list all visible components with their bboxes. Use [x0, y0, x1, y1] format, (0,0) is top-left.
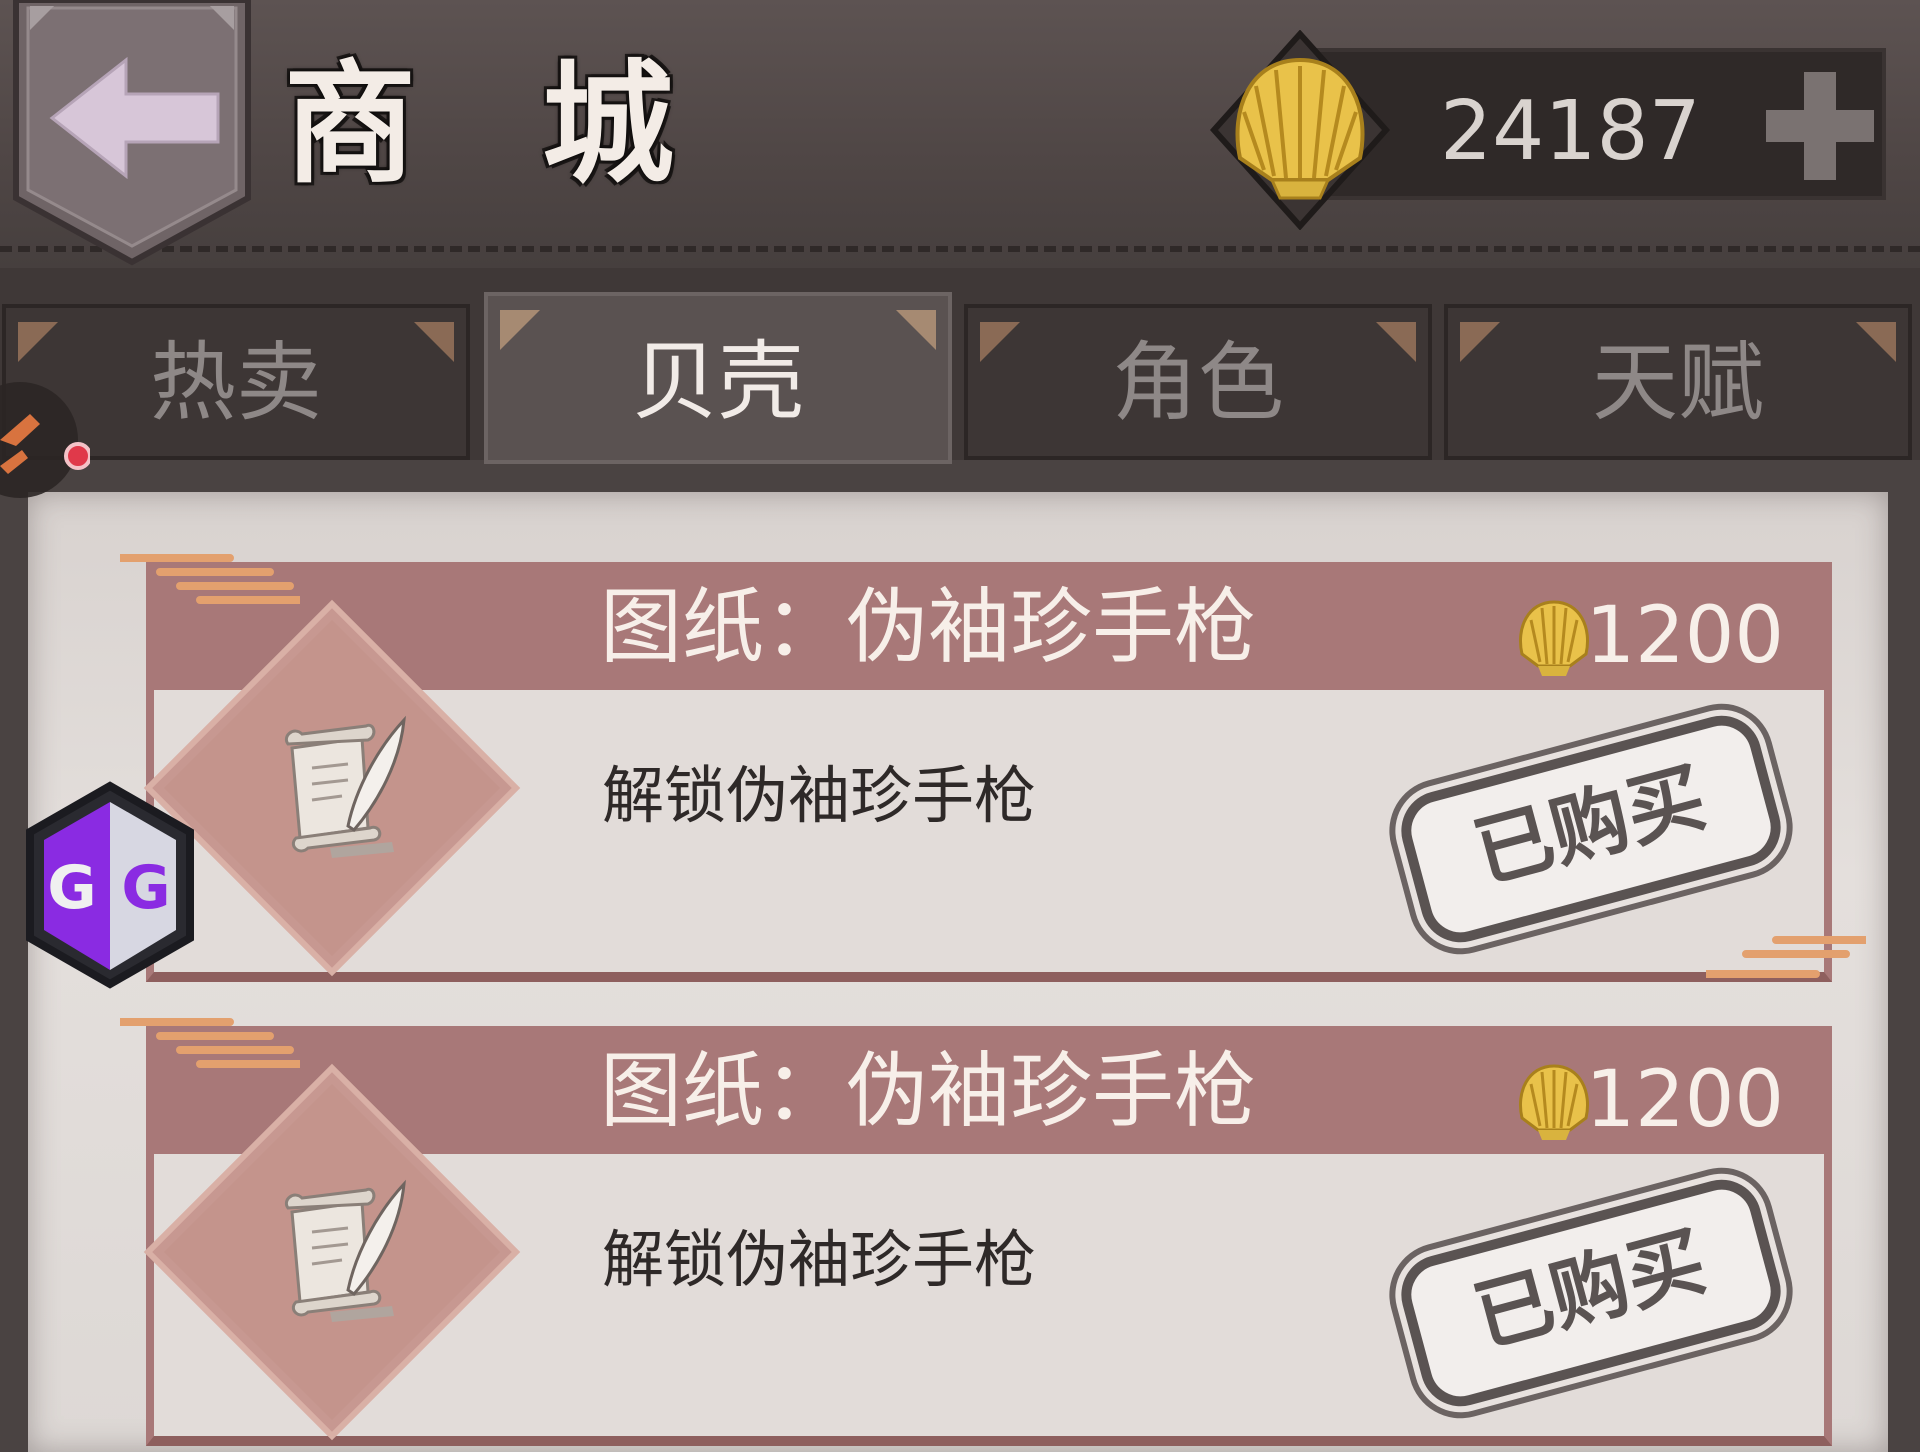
header-stitch-divider [0, 246, 1920, 252]
tab-talents[interactable]: 天赋 [1444, 304, 1912, 460]
tab-label: 角色 [1112, 333, 1284, 433]
gg-overlay-button[interactable]: G G [20, 780, 200, 990]
shop-item-card[interactable]: 图纸：伪袖珍手枪 1200 解锁伪袖珍手枪 已购买 [120, 554, 1866, 982]
item-title: 图纸：伪袖珍手枪 [600, 1044, 1257, 1139]
shell-icon [1519, 1064, 1589, 1140]
item-price: 1200 [1585, 591, 1784, 681]
tab-label: 贝壳 [632, 332, 804, 432]
tab-shells[interactable]: 贝壳 [484, 292, 952, 464]
currency-amount: 24187 [1440, 84, 1701, 179]
item-icon-tile [143, 1063, 521, 1441]
tab-label: 天赋 [1592, 333, 1764, 433]
item-description: 解锁伪袖珍手枪 [602, 759, 1037, 832]
notification-dot [64, 442, 92, 470]
back-button[interactable] [12, 0, 252, 268]
currency-shell-badge [1209, 29, 1391, 231]
side-collapse-button[interactable] [0, 370, 92, 500]
item-title: 图纸：伪袖珍手枪 [600, 580, 1257, 675]
cloud-ornament [1706, 936, 1866, 978]
page-title: 商 城 [284, 47, 714, 202]
cloud-ornament [120, 1018, 300, 1068]
shop-item-card[interactable]: 图纸：伪袖珍手枪 1200 解锁伪袖珍手枪 已购买 [120, 1018, 1832, 1446]
gg-label-right: G [121, 853, 170, 923]
cloud-ornament [120, 554, 300, 604]
shop-item-list: 图纸：伪袖珍手枪 1200 解锁伪袖珍手枪 已购买 图纸：伪袖珍手枪 1200 … [28, 492, 1888, 1452]
add-currency-button[interactable] [1760, 66, 1880, 186]
tab-characters[interactable]: 角色 [964, 304, 1432, 460]
plus-icon [1766, 72, 1874, 180]
shell-icon [1519, 600, 1589, 676]
item-description: 解锁伪袖珍手枪 [602, 1223, 1037, 1296]
gg-label-left: G [47, 853, 96, 923]
item-price: 1200 [1585, 1055, 1784, 1145]
